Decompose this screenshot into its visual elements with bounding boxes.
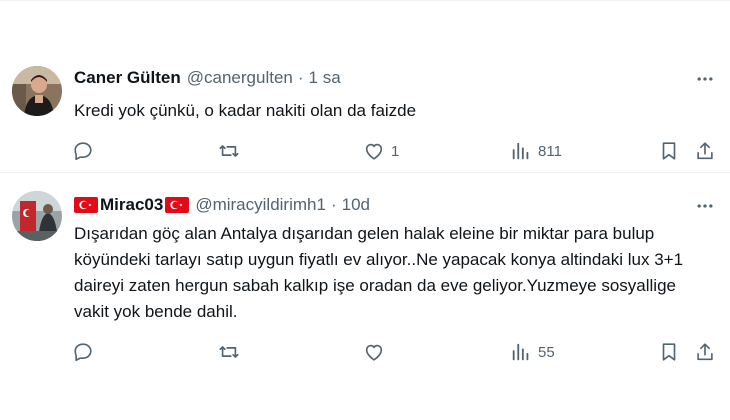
- views-button[interactable]: 55: [510, 337, 555, 367]
- retweet-button[interactable]: [218, 136, 246, 166]
- share-button[interactable]: [694, 136, 716, 166]
- share-button[interactable]: [694, 337, 716, 367]
- view-count: 55: [538, 343, 555, 361]
- analytics-icon: [512, 142, 529, 160]
- reply-icon: [74, 142, 92, 161]
- reply-icon: [74, 343, 92, 362]
- tweet-actions: 1 811: [70, 136, 720, 166]
- user-handle[interactable]: @miracyildirimh1: [195, 195, 326, 215]
- display-name[interactable]: Caner Gülten: [74, 68, 181, 88]
- retweet-icon: [219, 145, 239, 157]
- user-handle[interactable]: @canergulten: [187, 68, 293, 88]
- share-icon: [697, 343, 713, 361]
- views-button[interactable]: 811: [510, 136, 562, 166]
- like-button[interactable]: [363, 337, 391, 367]
- avatar[interactable]: [12, 66, 62, 116]
- tweet-text: Dışarıdan göç alan Antalya dışarıdan gel…: [74, 224, 684, 321]
- retweet-icon: [219, 346, 239, 358]
- view-count: 811: [538, 142, 562, 160]
- tweet-header: Caner Gülten @canergulten · 1 sa: [74, 68, 341, 88]
- bookmark-button[interactable]: [658, 337, 680, 367]
- more-options-icon[interactable]: [694, 195, 716, 217]
- timestamp[interactable]: 10d: [342, 195, 370, 215]
- avatar[interactable]: [12, 191, 62, 241]
- reply-button[interactable]: [72, 136, 100, 166]
- separator-dot: ·: [297, 68, 304, 87]
- retweet-button[interactable]: [218, 337, 246, 367]
- bookmark-button[interactable]: [658, 136, 680, 166]
- like-button[interactable]: 1: [363, 136, 399, 166]
- separator-dot: ·: [330, 195, 337, 214]
- heart-icon: [365, 344, 383, 361]
- analytics-icon: [512, 343, 529, 361]
- timestamp[interactable]: 1 sa: [309, 68, 341, 88]
- tweet-caner-gulten[interactable]: Caner Gülten @canergulten · 1 sa Kredi y…: [0, 54, 730, 173]
- heart-icon: [365, 143, 383, 160]
- more-options-icon[interactable]: [694, 68, 716, 90]
- reply-button[interactable]: [72, 337, 100, 367]
- turkish-flag-icon: [74, 197, 98, 213]
- turkish-flag-icon: [165, 197, 190, 213]
- tweet-text: Kredi yok çünkü, o kadar nakiti olan da …: [74, 101, 417, 120]
- top-divider: [0, 0, 730, 1]
- like-count: 1: [391, 142, 400, 160]
- bookmark-icon: [662, 142, 676, 160]
- share-icon: [697, 142, 713, 160]
- bookmark-icon: [662, 343, 676, 361]
- tweet-header: Mirac03 @miracyildirimh1 · 10d: [74, 195, 370, 215]
- display-name[interactable]: Mirac03: [100, 195, 163, 215]
- tweet-mirac03[interactable]: Mirac03 @miracyildirimh1 · 10d Dışarıdan…: [0, 173, 730, 420]
- tweet-actions: 55: [70, 337, 720, 367]
